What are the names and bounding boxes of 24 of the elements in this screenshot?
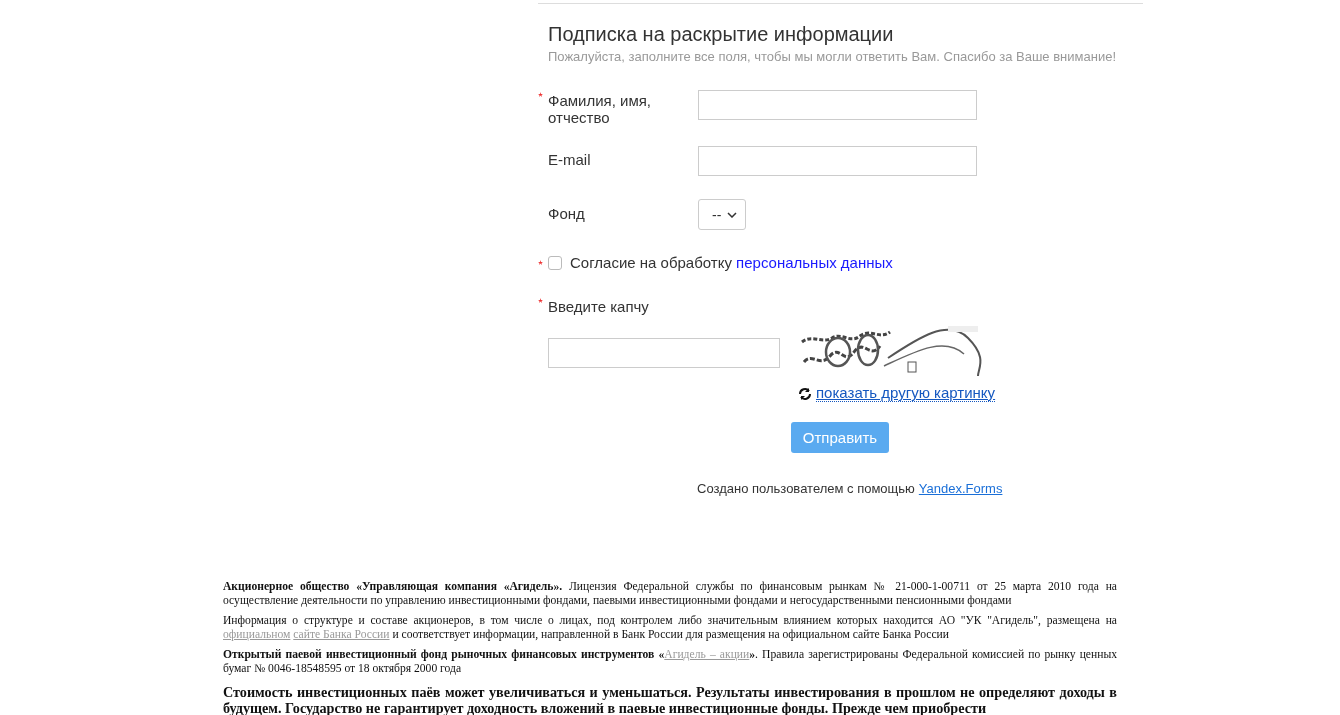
refresh-icon[interactable] xyxy=(798,386,812,401)
footer-link[interactable]: Агидель – акции xyxy=(664,648,750,661)
captcha-label: Введите капчу xyxy=(548,298,650,315)
yandex-forms-link[interactable]: Yandex.Forms xyxy=(918,481,1003,496)
disclaimer-paragraph: Открытый паевой инвестиционный фонд рыночных финансовых инструментов «Агидель – акции». Правила зарегистрированы Федеральной комиссией по рынку ценных бумаг № 0046-18548595 от 18 октября 2000 года xyxy=(223,648,1117,676)
refresh-captcha-link[interactable]: показать другую картинку xyxy=(816,385,996,402)
form-title: Подписка на раскрытие информации xyxy=(548,22,894,46)
captcha-field[interactable] xyxy=(548,338,780,368)
text-field[interactable] xyxy=(698,90,977,120)
fund-select[interactable]: -- xyxy=(698,199,747,230)
chevron-down-icon xyxy=(727,211,738,218)
field-label: E-mail xyxy=(548,150,592,168)
field-label: Фамилия, имя, отчество xyxy=(548,91,652,126)
field-label: Фонд xyxy=(548,204,586,222)
text-field[interactable] xyxy=(698,146,977,176)
form-subtitle: Пожалуйста, заполните все поля, чтобы мы могли ответить Вам. Спасибо за Ваше внимание! xyxy=(548,49,1116,65)
footer-link[interactable]: официальном xyxy=(223,628,291,641)
consent-label: Согласие на обработку персональных данных xyxy=(570,254,893,272)
personal-data-link[interactable]: персональных данных xyxy=(736,254,893,271)
disclaimer-paragraph: Акционерное общество «Управляющая компания «Агидель». Лицензия Федеральной службы по финансовым рынкам № 21-000-1-00711 от 25 марта 2010 года на осуществление деятельности по управлению инвестиционными фондами, паевыми инвестиционными фондами и негосударственными пенсионными фондами xyxy=(223,580,1117,608)
credit-text: Создано пользователем с помощью xyxy=(697,481,915,496)
disclaimer-paragraph: Информация о структуре и составе акционеров, в том числе о лицах, под контролем либо значительным влиянием которых находится АО "УК "Агидель", размещена на официальном сайте Банка России и соответствует информации, направленной в Банк России для размещения на официальном сайте Банка России xyxy=(223,614,1117,642)
consent-checkbox[interactable] xyxy=(548,256,562,270)
footer-link[interactable]: сайте Банка России xyxy=(293,628,390,641)
